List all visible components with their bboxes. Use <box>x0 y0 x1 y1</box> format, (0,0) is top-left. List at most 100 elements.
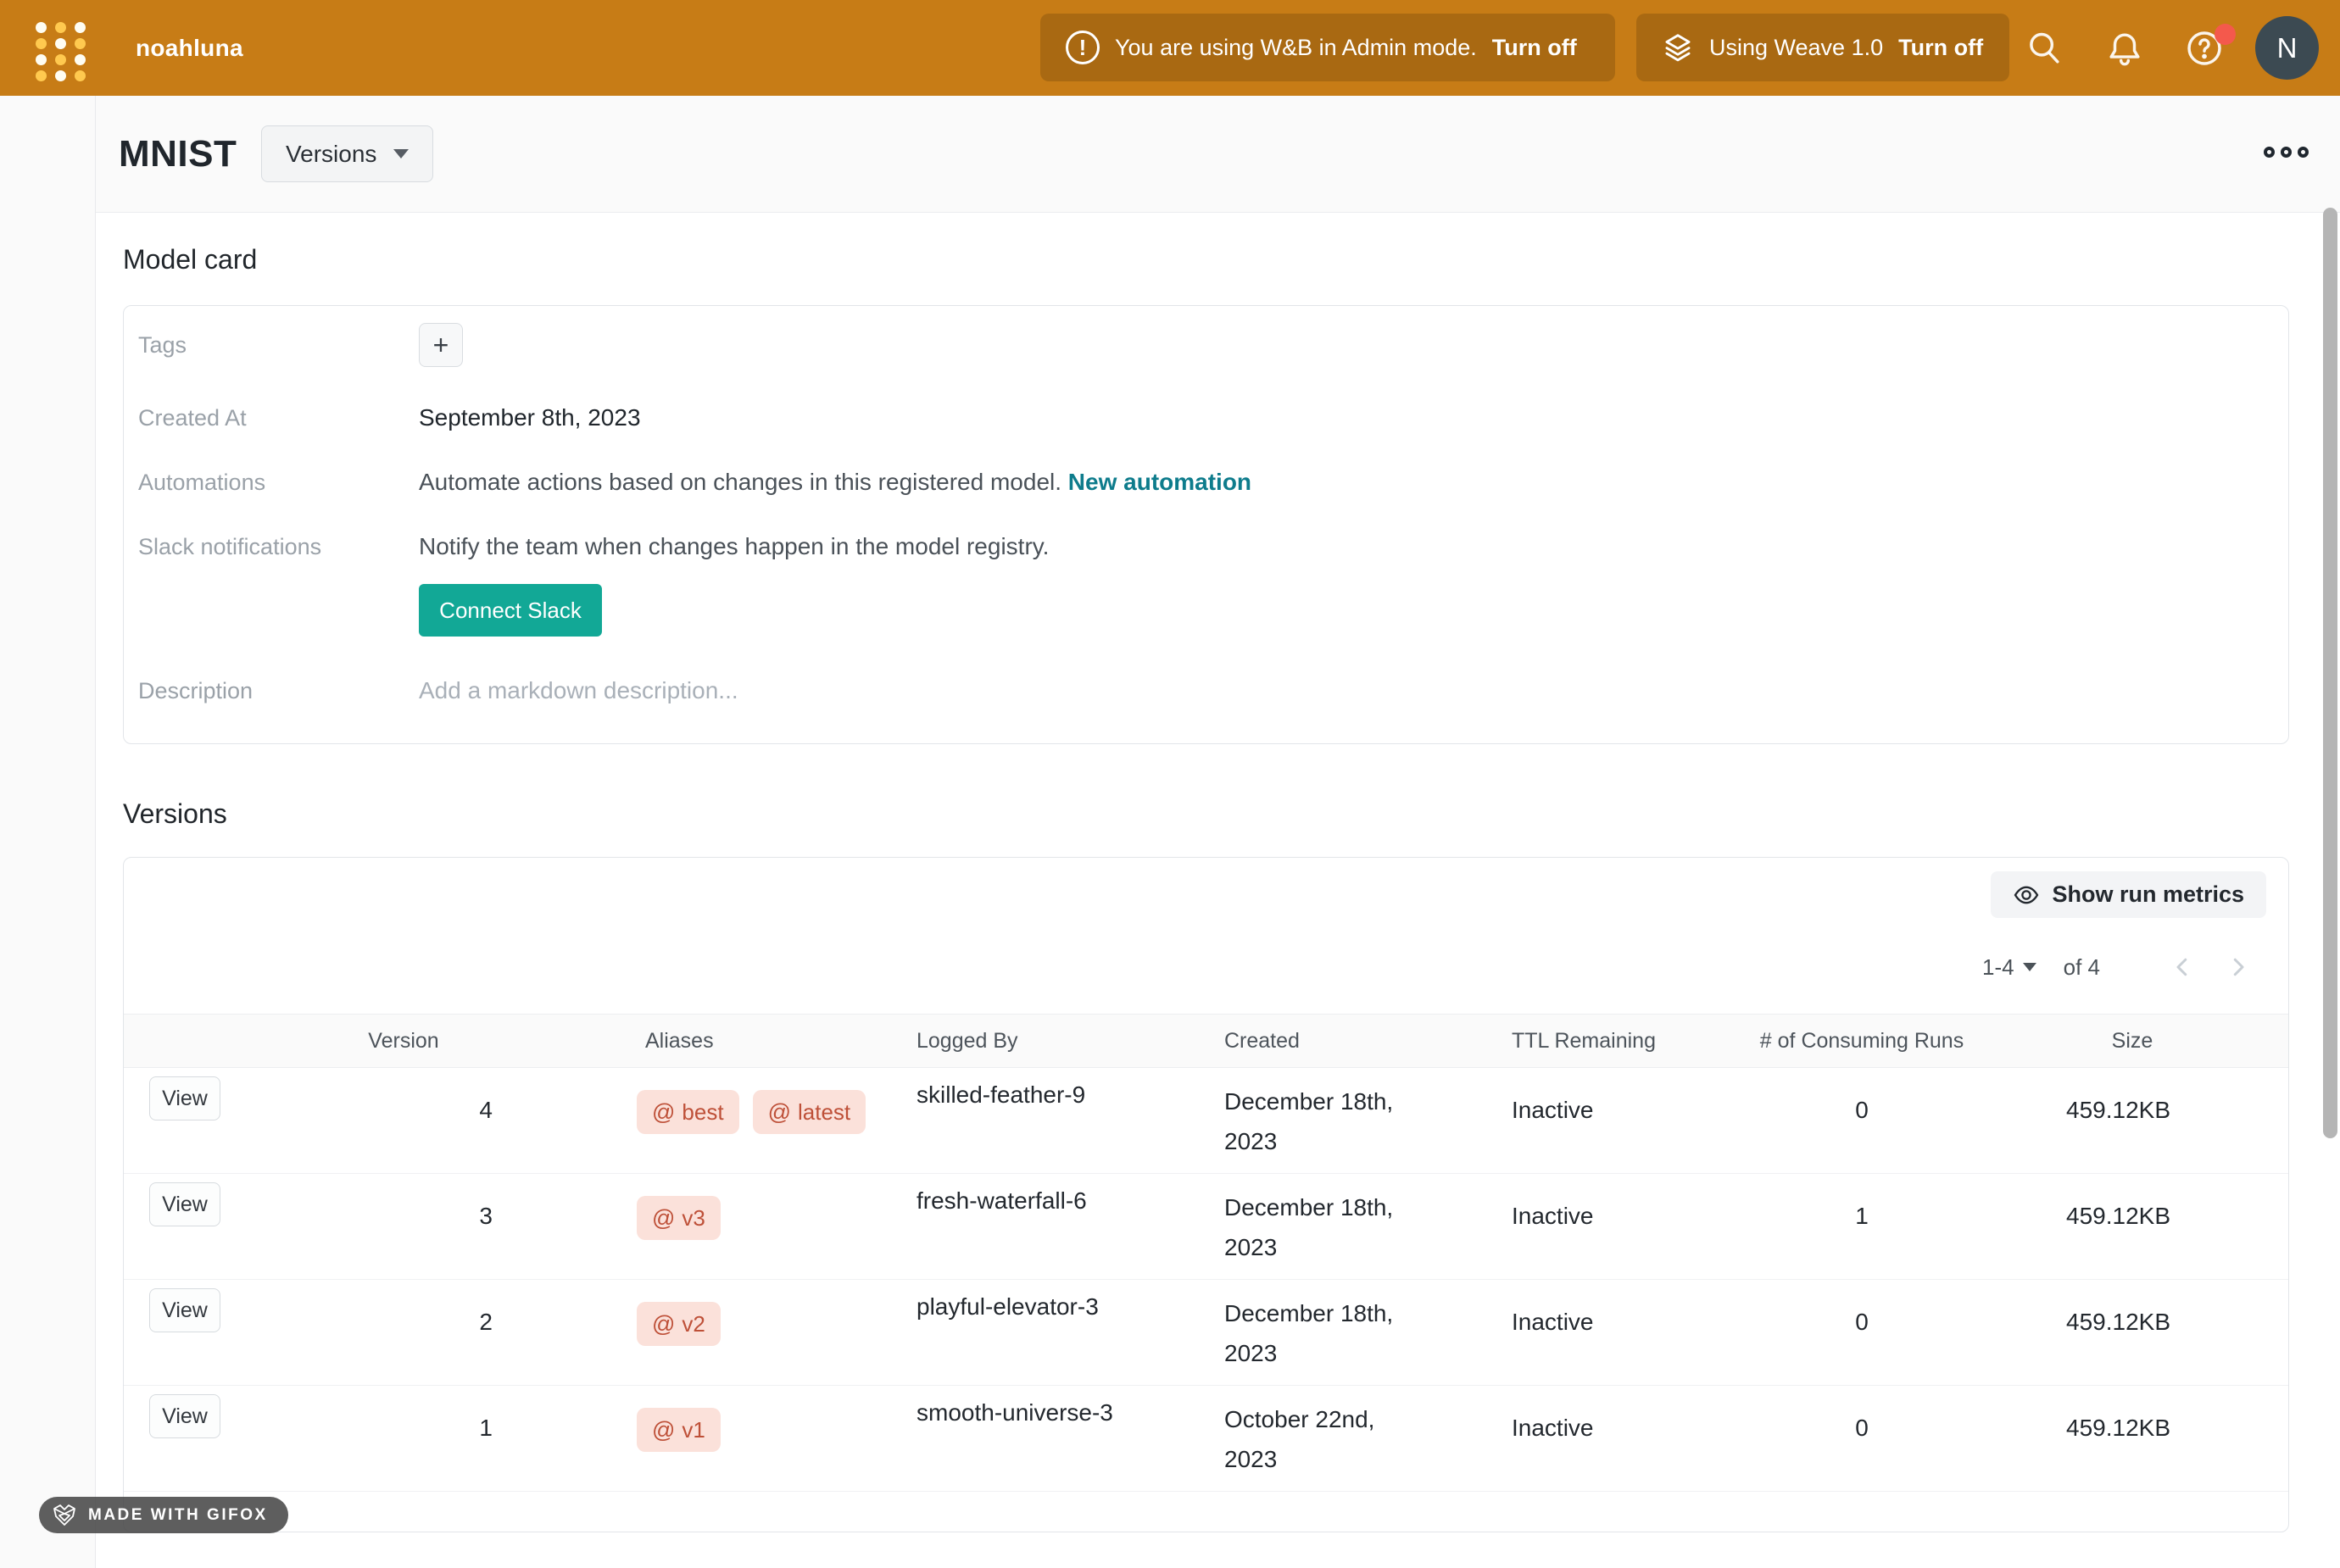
col-header-consuming-runs: # of Consuming Runs <box>1747 1029 1976 1054</box>
cell-version: 4 <box>289 1068 518 1173</box>
table-row: View 3 @v3 fresh-waterfall-6 December 18… <box>124 1174 2288 1280</box>
admin-turn-off-button[interactable]: Turn off <box>1492 35 1577 61</box>
next-page-button[interactable] <box>2222 951 2254 983</box>
description-label: Description <box>138 678 419 704</box>
cell-logged-by[interactable]: fresh-waterfall-6 <box>891 1174 1196 1279</box>
prev-page-button[interactable] <box>2166 951 2198 983</box>
top-navbar: noahluna ! You are using W&B in Admin mo… <box>0 0 2340 96</box>
description-row: Description Add a markdown description..… <box>138 677 2288 704</box>
col-header-aliases: Aliases <box>518 1029 891 1054</box>
add-tag-button[interactable]: + <box>419 323 463 367</box>
created-at-value: September 8th, 2023 <box>419 404 2288 431</box>
show-run-metrics-label: Show run metrics <box>2052 881 2244 908</box>
alias-name: latest <box>798 1099 850 1126</box>
cell-size: 459.12KB <box>1976 1386 2288 1491</box>
versions-dropdown-label: Versions <box>286 141 376 168</box>
search-icon[interactable] <box>2025 29 2064 68</box>
cell-aliases: @ v3 <box>518 1174 891 1279</box>
alert-circle-icon: ! <box>1066 31 1100 64</box>
cell-size: 459.12KB <box>1976 1280 2288 1385</box>
at-icon: @ <box>652 1099 675 1126</box>
gifox-badge-text: MADE WITH GIFOX <box>88 1506 268 1525</box>
tags-row: Tags + <box>138 323 2288 367</box>
alias-pill[interactable]: @ v1 <box>637 1408 721 1452</box>
alias-pill[interactable]: @ latest <box>753 1090 866 1134</box>
connect-slack-button[interactable]: Connect Slack <box>419 584 602 637</box>
cell-aliases: @ best @ latest <box>518 1068 891 1173</box>
cell-size: 459.12KB <box>1976 1174 2288 1279</box>
alias-name: best <box>682 1099 723 1126</box>
table-row: View 1 @v1 smooth-universe-3 October 22n… <box>124 1386 2288 1492</box>
cell-created: December 18th,2023 <box>1196 1068 1476 1173</box>
table-row: View 2 @ v2 playful-elevator-3 December 1… <box>124 1280 2288 1386</box>
cell-ttl: Inactive <box>1476 1068 1747 1173</box>
pagination: 1-4 of 4 <box>1982 944 2254 990</box>
weave-turn-off-button[interactable]: Turn off <box>1898 35 1983 61</box>
cell-logged-by[interactable]: playful-elevator-3 <box>891 1280 1196 1385</box>
org-name[interactable]: noahluna <box>136 0 243 96</box>
notification-dot <box>2215 24 2236 45</box>
at-icon: @ <box>652 1205 675 1232</box>
cell-aliases: @ v2 <box>518 1280 891 1385</box>
description-placeholder[interactable]: Add a markdown description... <box>419 677 2288 704</box>
table-row: View 4 @ best @ latest skilled-feather-9 D… <box>124 1068 2288 1174</box>
view-button[interactable]: View <box>149 1288 220 1332</box>
slack-text: Notify the team when changes happen in t… <box>419 533 2288 560</box>
page-total: of 4 <box>2064 954 2100 981</box>
col-header-version: Version <box>289 1029 518 1054</box>
view-button[interactable]: View <box>149 1394 220 1438</box>
at-icon: @ <box>652 1311 675 1337</box>
alias-name: v3 <box>682 1205 705 1232</box>
cell-version: 3 <box>289 1174 518 1279</box>
cell-aliases: @ v1 <box>518 1386 891 1491</box>
gifox-badge: MADE WITH GIFOX <box>39 1497 288 1533</box>
at-icon: @ <box>652 1417 675 1443</box>
left-rail <box>0 96 96 1568</box>
weave-layers-icon <box>1662 31 1694 64</box>
cell-created: December 18th,2023 <box>1196 1280 1476 1385</box>
versions-dropdown[interactable]: Versions <box>261 125 433 182</box>
admin-mode-text: You are using W&B in Admin mode. <box>1115 35 1477 61</box>
cell-version: 2 <box>289 1280 518 1385</box>
tags-label: Tags <box>138 332 419 359</box>
avatar[interactable]: N <box>2255 16 2319 80</box>
chevron-down-icon <box>393 149 409 158</box>
page-title: MNIST <box>119 96 237 213</box>
slack-row: Slack notifications Notify the team when… <box>138 533 2288 560</box>
col-header-logged-by: Logged By <box>891 1029 1196 1054</box>
view-button[interactable]: View <box>149 1076 220 1120</box>
page-range-dropdown[interactable]: 1-4 <box>1982 954 2036 981</box>
wandb-dots-logo[interactable] <box>36 22 86 81</box>
alias-pill[interactable]: @ v2 <box>637 1302 721 1346</box>
at-icon: @ <box>768 1099 791 1126</box>
versions-section-title: Versions <box>123 798 2320 830</box>
cell-logged-by[interactable]: skilled-feather-9 <box>891 1068 1196 1173</box>
eye-icon <box>2013 881 2040 909</box>
weave-banner: Using Weave 1.0 Turn off <box>1636 14 2009 81</box>
alias-pill[interactable]: @ best <box>637 1090 739 1134</box>
overflow-menu-button[interactable] <box>2264 147 2309 158</box>
page: noahluna ! You are using W&B in Admin mo… <box>0 0 2340 1568</box>
page-range: 1-4 <box>1982 954 2014 981</box>
created-at-label: Created At <box>138 405 419 431</box>
scrollbar-thumb[interactable] <box>2323 208 2337 1138</box>
automations-row: Automations Automate actions based on ch… <box>138 469 2288 496</box>
cell-consuming-runs: 0 <box>1747 1280 1976 1385</box>
cell-size: 459.12KB <box>1976 1068 2288 1173</box>
cell-consuming-runs: 0 <box>1747 1386 1976 1491</box>
automations-label: Automations <box>138 470 419 496</box>
alias-pill[interactable]: @ v3 <box>637 1196 721 1240</box>
cell-version: 1 <box>289 1386 518 1491</box>
col-header-ttl: TTL Remaining <box>1476 1029 1747 1054</box>
cell-logged-by[interactable]: smooth-universe-3 <box>891 1386 1196 1491</box>
view-button[interactable]: View <box>149 1182 220 1226</box>
cell-ttl: Inactive <box>1476 1174 1747 1279</box>
new-automation-link[interactable]: New automation <box>1068 469 1251 495</box>
show-run-metrics-button[interactable]: Show run metrics <box>1991 871 2266 918</box>
versions-panel: Show run metrics 1-4 of 4 Version <box>123 857 2289 1532</box>
alias-name: v1 <box>682 1417 705 1443</box>
alias-name: v2 <box>682 1311 705 1337</box>
table-header-row: Version Aliases Logged By Created TTL Re… <box>124 1014 2288 1068</box>
bell-icon[interactable] <box>2105 29 2144 68</box>
slack-label: Slack notifications <box>138 534 419 560</box>
